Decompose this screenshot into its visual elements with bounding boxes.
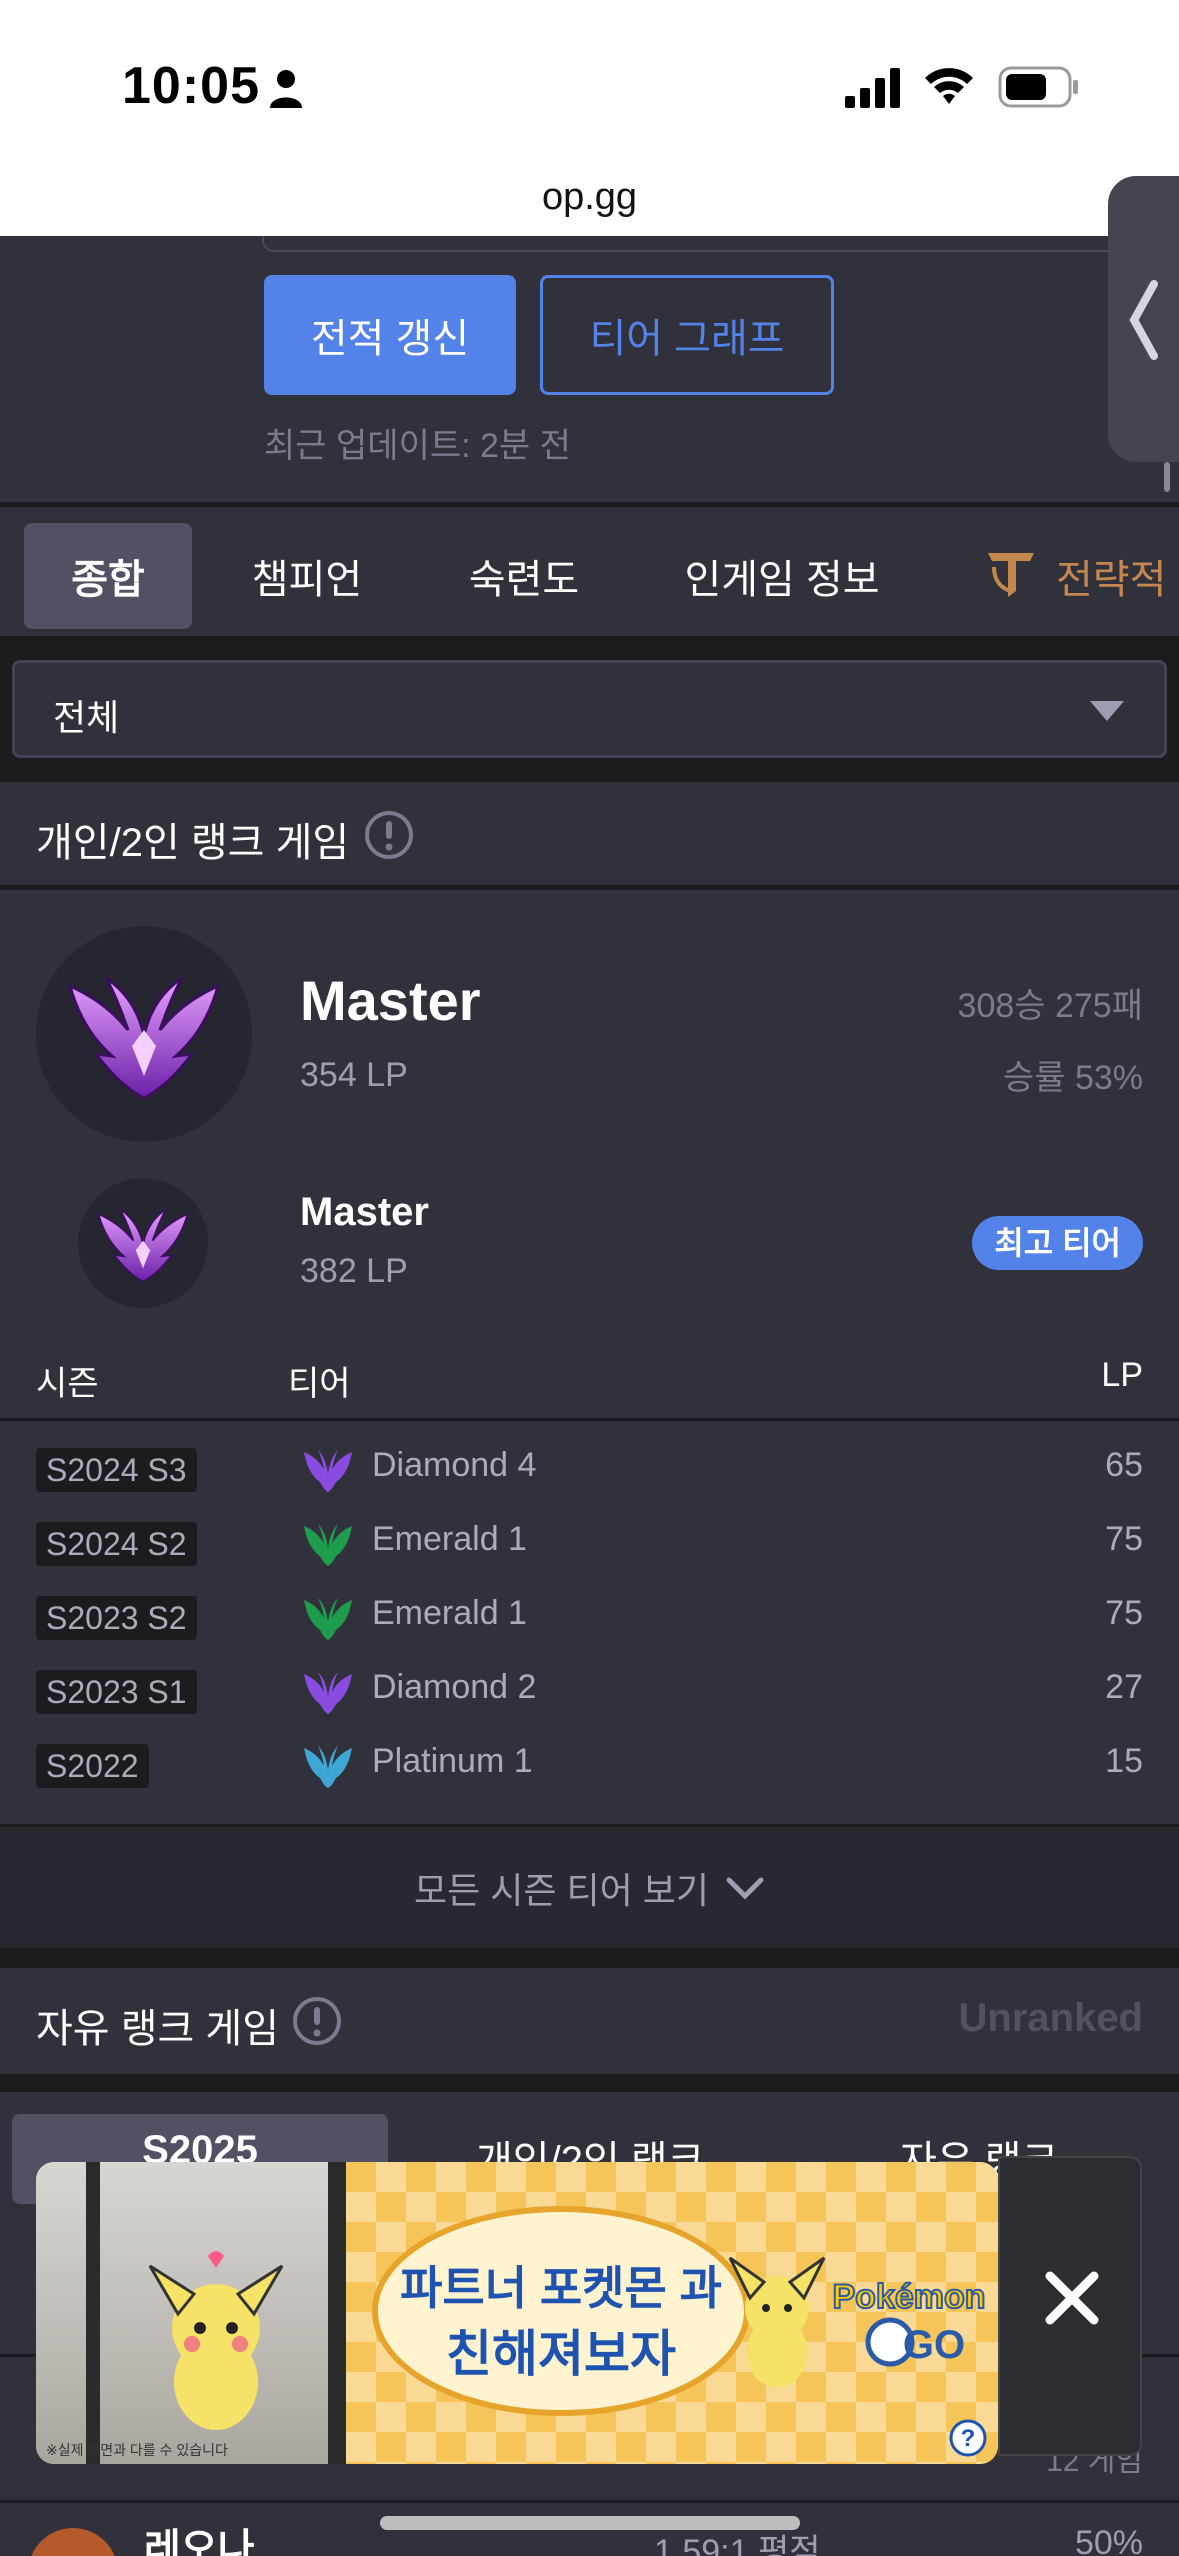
season-lp: 15 [1105,1742,1143,1780]
status-time: 10:05 [122,57,260,115]
diamond-emblem-icon [304,1672,352,1714]
svg-text:?: ? [961,2425,976,2452]
peak-tier-badge: 최고 티어 [972,1216,1143,1270]
flex-rank-title: 자유 랭크 게임 [36,2007,280,2051]
master-crest-icon [97,1208,189,1283]
refresh-record-button[interactable]: 전적 갱신 [264,275,516,395]
search-field-edge [262,236,1142,252]
platinum-emblem-icon [304,1746,352,1788]
diamond-emblem-icon [304,1450,352,1492]
season-lp: 65 [1105,1446,1143,1484]
queue-filter-value: 전체 [53,697,120,738]
status-bar: 10:05 op.gg [0,0,1179,236]
emerald-emblem-icon [304,1524,352,1566]
season-lp: 75 [1105,1594,1143,1632]
ad-disclaimer: ※실제 화면과 다를 수 있습니다 [46,2442,228,2458]
lp-column-header: LP [1101,1356,1143,1394]
season-tier: Platinum 1 [372,1742,533,1780]
flex-rank-status: Unranked [958,1996,1144,2040]
solo-rank-title: 개인/2인 랭크 게임 [36,821,350,865]
season-tier: Emerald 1 [372,1520,527,1558]
last-update-text: 최근 업데이트: 2분 전 [264,427,571,465]
help-icon[interactable]: ? [948,2418,988,2458]
tier-column-header: 티어 [288,1365,351,1403]
chevron-down-icon [726,1877,764,1900]
person-icon [270,70,302,108]
pichu-icon [148,2251,284,2430]
season-tag: S2023 S1 [36,1670,197,1714]
season-tag: S2022 [36,1744,149,1788]
battery-icon [998,66,1078,108]
view-all-seasons-label: 모든 시즌 티어 보기 [414,1869,709,1911]
close-icon [1045,2271,1099,2325]
season-history-row: S2023 S2 Emerald 1 75 [0,1580,1179,1654]
home-indicator [380,2516,800,2530]
divider [0,2500,1179,2503]
view-all-seasons-button[interactable]: 모든 시즌 티어 보기 [0,1824,1179,1948]
pichu-icon [728,2256,826,2388]
peak-lp: 382 LP [300,1252,408,1290]
svg-text:Pokémon: Pokémon [832,2278,985,2316]
info-icon[interactable] [364,810,414,860]
chevron-left-icon[interactable] [1128,280,1160,360]
master-crest-icon [67,976,221,1100]
info-icon[interactable] [292,1996,342,2046]
current-lp: 354 LP [300,1056,408,1094]
season-tier: Emerald 1 [372,1594,527,1632]
season-column-header: 시즌 [36,1365,99,1403]
season-lp: 27 [1105,1668,1143,1706]
ad-banner[interactable]: 파트너 포켓몬 과 친해져보자 Pokémon GO ※실제 화면과 다를 수 … [36,2162,998,2464]
ad-photo-frame [328,2162,346,2464]
season-history-row: S2024 S2 Emerald 1 75 [0,1506,1179,1580]
tab-strategy[interactable]: 전략적 [1056,523,1179,629]
master-emblem-large [36,926,252,1142]
solo-rank-panel: Master 354 LP 308승 275패 승률 53% Master 38… [0,890,1179,1824]
champion-winrate: 50% [1074,2524,1143,2556]
ad-photo-frame [86,2162,100,2464]
current-tier: Master [300,969,481,1032]
emerald-emblem-icon [304,1598,352,1640]
url-bar[interactable]: op.gg [0,176,1179,219]
ad-headline-line1: 파트너 포켓몬 과 [400,2262,722,2314]
tft-logo-icon [988,553,1034,597]
tier-graph-button[interactable]: 티어 그래프 [540,275,834,395]
ad-close-button[interactable] [998,2156,1142,2456]
pokemon-go-logo: Pokémon GO [831,2277,986,2367]
season-tier: Diamond 2 [372,1668,537,1706]
svg-text:GO: GO [903,2323,965,2367]
champion-name[interactable]: 레오나 [144,2516,254,2556]
season-tier: Diamond 4 [372,1446,537,1484]
queue-filter-select[interactable]: 전체 [12,660,1167,758]
tab-mastery[interactable]: 숙련도 [440,523,608,629]
tab-overview[interactable]: 종합 [24,523,192,629]
season-tag: S2023 S2 [36,1596,197,1640]
season-history-row: S2022 Platinum 1 15 [0,1728,1179,1802]
tab-ingame[interactable]: 인게임 정보 [664,523,900,629]
wifi-icon [925,68,973,104]
win-loss-record: 308승 275패 [957,987,1143,1025]
tab-champions[interactable]: 챔피언 [228,523,386,629]
flex-rank-header: 자유 랭크 게임 Unranked [0,1968,1179,2074]
win-rate: 승률 53% [1002,1059,1143,1097]
season-history-row: S2023 S1 Diamond 2 27 [0,1654,1179,1728]
season-lp: 75 [1105,1520,1143,1558]
main-tabs: 종합 챔피언 숙련도 인게임 정보 전략적 [0,504,1179,636]
season-tag: S2024 S2 [36,1522,197,1566]
divider [0,1418,1179,1421]
season-history-row: S2024 S3 Diamond 4 65 [0,1432,1179,1506]
season-tag: S2024 S3 [36,1448,197,1492]
master-emblem-small [78,1178,208,1308]
solo-rank-header: 개인/2인 랭크 게임 [0,782,1179,888]
scroll-indicator [1164,462,1170,492]
ad-headline-line2: 친해져보자 [446,2326,676,2382]
cellular-signal-icon [845,68,900,108]
peak-tier: Master [300,1190,429,1234]
caret-down-icon [1090,701,1124,721]
